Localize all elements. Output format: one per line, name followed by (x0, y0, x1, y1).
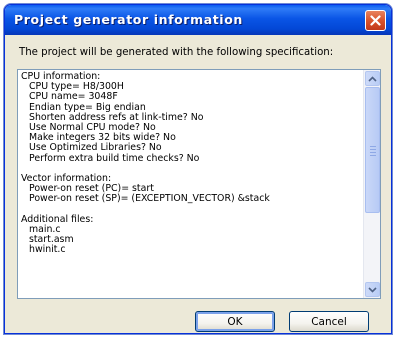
spec-line: hwinit.c (29, 244, 66, 256)
close-icon (370, 15, 381, 26)
thumb-grip (370, 155, 376, 156)
spec-line: Additional files: (21, 213, 94, 225)
info-message: The project will be generated with the f… (19, 47, 334, 58)
scroll-thumb[interactable] (365, 87, 380, 213)
title-bar[interactable]: Project generator information (5, 5, 391, 35)
thumb-grip (370, 146, 376, 147)
chevron-down-icon (368, 286, 377, 293)
close-button[interactable] (365, 10, 386, 31)
spec-line: start.asm (29, 234, 74, 245)
chevron-up-icon (368, 75, 377, 82)
specification-textbox[interactable]: CPU information: CPU type= H8/300H CPU nam… (17, 69, 381, 299)
spec-line: Power-on reset (SP)= (EXCEPTION_VECTOR) … (29, 193, 270, 205)
dialog-window: Project generator information The projec… (4, 4, 392, 334)
vertical-scrollbar[interactable] (363, 70, 380, 298)
spec-line: Use Optimized Libraries? No (29, 142, 162, 154)
ok-button[interactable]: OK (195, 311, 275, 332)
scroll-up-button[interactable] (365, 71, 380, 86)
thumb-grip (370, 149, 376, 150)
dialog-title: Project generator information (14, 12, 243, 27)
spec-line: Perform extra build time checks? No (29, 152, 200, 164)
thumb-grip (370, 152, 376, 153)
cancel-button[interactable]: Cancel (289, 311, 369, 332)
scroll-down-button[interactable] (365, 282, 380, 297)
specification-content: CPU information: CPU type= H8/300H CPU nam… (21, 71, 363, 276)
